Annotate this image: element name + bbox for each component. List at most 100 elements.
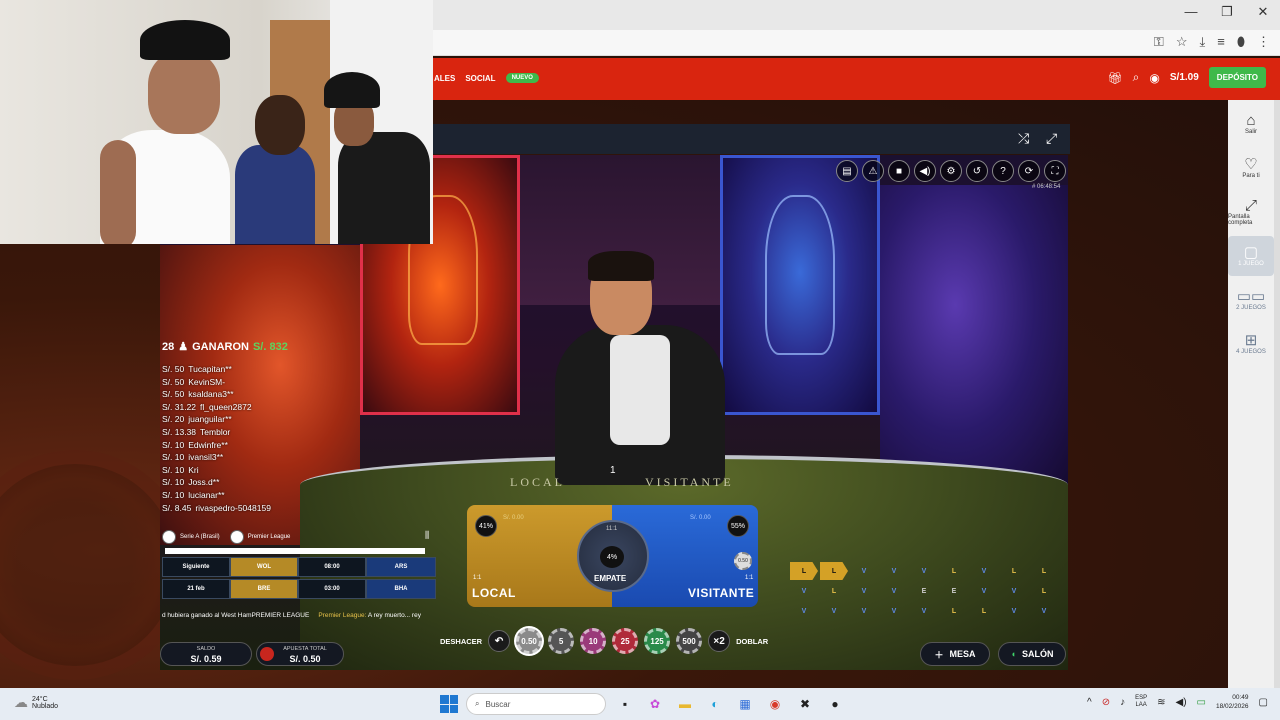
chip-5[interactable]: 5: [548, 628, 575, 654]
taskbar-clock[interactable]: 00:49 18/02/2026: [1216, 693, 1249, 711]
winner-row: S/. 10 Joss.d**: [162, 476, 402, 489]
minimize-icon[interactable]: —: [1182, 4, 1200, 20]
password-key-icon[interactable]: ⚿: [1154, 34, 1164, 50]
history-icon[interactable]: ↺: [966, 160, 988, 182]
winners-list: S/. 50 Tucapitan** S/. 50 KevinSM- S/. 50 ksa…: [162, 363, 402, 514]
road-cell: L: [981, 607, 987, 615]
copilot-icon[interactable]: ✿: [644, 693, 666, 715]
volume-icon[interactable]: ◀): [1176, 697, 1187, 708]
road-cell: E: [921, 587, 927, 595]
dealer-shirt: [610, 335, 670, 445]
lobby-icon: ◖: [1010, 649, 1016, 659]
sound-icon[interactable]: ◀): [914, 160, 936, 182]
chip-25[interactable]: 25: [612, 628, 639, 654]
header-actions: 🎁︎ ⌕ ◉ S/1.09 DEPÓSITO: [1107, 67, 1266, 88]
visitante-percentage: 55%: [727, 515, 749, 537]
sidebar-item-1-juego[interactable]: ▢ 1 JUEGO: [1228, 236, 1274, 276]
header-balance[interactable]: S/1.09: [1170, 72, 1199, 83]
warning-icon[interactable]: ⚠: [862, 160, 884, 182]
battery-icon[interactable]: ▭: [1197, 697, 1206, 708]
chat-icon[interactable]: ▤: [836, 160, 858, 182]
settings-icon[interactable]: ⚙: [940, 160, 962, 182]
undo-icon[interactable]: ↶: [488, 630, 511, 652]
expand-icon[interactable]: ⤢: [1046, 130, 1057, 147]
obs-icon[interactable]: ●: [824, 693, 846, 715]
person-1-cap: [140, 20, 230, 60]
person-1-arm: [100, 140, 136, 244]
security-icon[interactable]: ⊘: [1102, 697, 1110, 708]
road-cell: V: [1041, 607, 1047, 615]
double-button[interactable]: ×2: [708, 630, 731, 652]
tab-serie-a-label: Serie A (Brasil): [180, 534, 220, 540]
sidebar-item-2-juegos[interactable]: ▭▭ 2 JUEGOS: [1228, 280, 1274, 320]
road-cell: L: [790, 562, 818, 580]
extension-icon[interactable]: ⬮: [1237, 34, 1245, 50]
notifications-icon[interactable]: ▢: [1259, 697, 1268, 708]
weather-temp: 24°C: [32, 695, 48, 703]
search-icon[interactable]: ⌕: [1133, 70, 1140, 85]
address-bar-icons: ⚿ ☆ ⤓ ≡ ⬮ ⋮: [1154, 34, 1270, 50]
deposit-button[interactable]: DEPÓSITO: [1208, 67, 1266, 88]
winner-row: S/. 13.38 Temblor: [162, 426, 402, 439]
restore-icon[interactable]: ❐: [1218, 4, 1236, 20]
road-cell: V: [861, 567, 867, 575]
sidebar-item-fullscreen[interactable]: ⤢ Pantalla completa: [1228, 192, 1274, 232]
weather-widget[interactable]: ☁ 24°C Nublado: [14, 694, 58, 711]
shuffle-icon[interactable]: ⤮: [1018, 130, 1029, 147]
chevron-up-icon[interactable]: ^: [1087, 697, 1092, 708]
sidebar-item-salir[interactable]: ⌂ Salir: [1228, 104, 1274, 144]
winner-amount: S/. 31.22: [162, 401, 197, 412]
nav-item-ales[interactable]: ALES: [434, 74, 455, 83]
edge-icon[interactable]: ◐: [704, 693, 726, 715]
mesa-button[interactable]: ＋ MESA: [920, 642, 990, 666]
person-3-shirt: [338, 132, 430, 244]
right-sidebar: ⌂ Salir ♡ Para ti ⤢ Pantalla completa ▢ …: [1228, 100, 1274, 688]
winner-name: Tucapitan**: [188, 364, 232, 374]
local-label: LOCAL: [472, 586, 516, 600]
sidebar-item-para-ti[interactable]: ♡ Para ti: [1228, 148, 1274, 188]
gift-icon[interactable]: 🎁︎: [1107, 71, 1122, 85]
local-percentage: 41%: [475, 515, 497, 537]
one-game-icon: ▢: [1243, 244, 1259, 261]
chip-10[interactable]: 10: [580, 628, 607, 654]
bookmark-star-icon[interactable]: ☆: [1176, 34, 1188, 50]
page-scrollbar[interactable]: [1274, 100, 1280, 688]
tab-serie-a[interactable]: Serie A (Brasil): [162, 530, 220, 544]
browser-menu-icon[interactable]: ⋮: [1257, 34, 1270, 50]
tab-premier-league[interactable]: Premier League: [229, 530, 290, 544]
task-view-icon[interactable]: ▪: [614, 693, 636, 715]
sidebar-item-4-juegos[interactable]: ⊞ 4 JUEGOS: [1228, 324, 1274, 364]
language-indicator[interactable]: ESP LAA: [1135, 695, 1147, 709]
file-explorer-icon[interactable]: ▬: [674, 693, 696, 715]
salon-button[interactable]: ◖ SALÓN: [998, 642, 1066, 666]
fullscreen-icon[interactable]: ⛶: [1044, 160, 1066, 182]
chip-500[interactable]: 500: [676, 628, 703, 654]
close-icon[interactable]: ✕: [1254, 4, 1272, 20]
road-cell: L: [951, 567, 957, 575]
download-icon[interactable]: ⤓: [1199, 34, 1205, 50]
chip-125[interactable]: 125: [644, 628, 671, 654]
chip-0-50[interactable]: 0.50: [516, 628, 543, 654]
main-nav: ALES SOCIAL NUEVO: [434, 73, 539, 83]
schedule-row[interactable]: Siguiente WOL 08:00 ARS: [162, 557, 437, 577]
refresh-icon[interactable]: ⟳: [1018, 160, 1040, 182]
help-icon[interactable]: ?: [992, 160, 1014, 182]
video-icon[interactable]: ■: [888, 160, 910, 182]
chrome-icon[interactable]: ◉: [764, 693, 786, 715]
schedule-row[interactable]: 21 feb BRE 03:00 BHA: [162, 579, 437, 599]
stats-icon[interactable]: ⫼: [425, 530, 429, 541]
person-2-head: [255, 95, 305, 155]
taskbar-search[interactable]: ⌕ Buscar: [466, 693, 606, 715]
winner-row: S/. 10 lucianar**: [162, 489, 402, 502]
nav-item-social[interactable]: SOCIAL: [465, 74, 495, 83]
wifi-icon[interactable]: ≋: [1157, 697, 1165, 708]
capcut-icon[interactable]: ✖: [794, 693, 816, 715]
schedule-cell: BHA: [366, 579, 436, 599]
road-cell: L: [1011, 567, 1017, 575]
reading-list-icon[interactable]: ≡: [1217, 34, 1225, 50]
microphone-icon[interactable]: ♪: [1120, 697, 1125, 708]
winner-name: Kri: [188, 464, 199, 475]
store-icon[interactable]: ▦: [734, 693, 756, 715]
user-account-icon[interactable]: ◉: [1149, 71, 1159, 85]
windows-start-icon[interactable]: [440, 695, 458, 713]
